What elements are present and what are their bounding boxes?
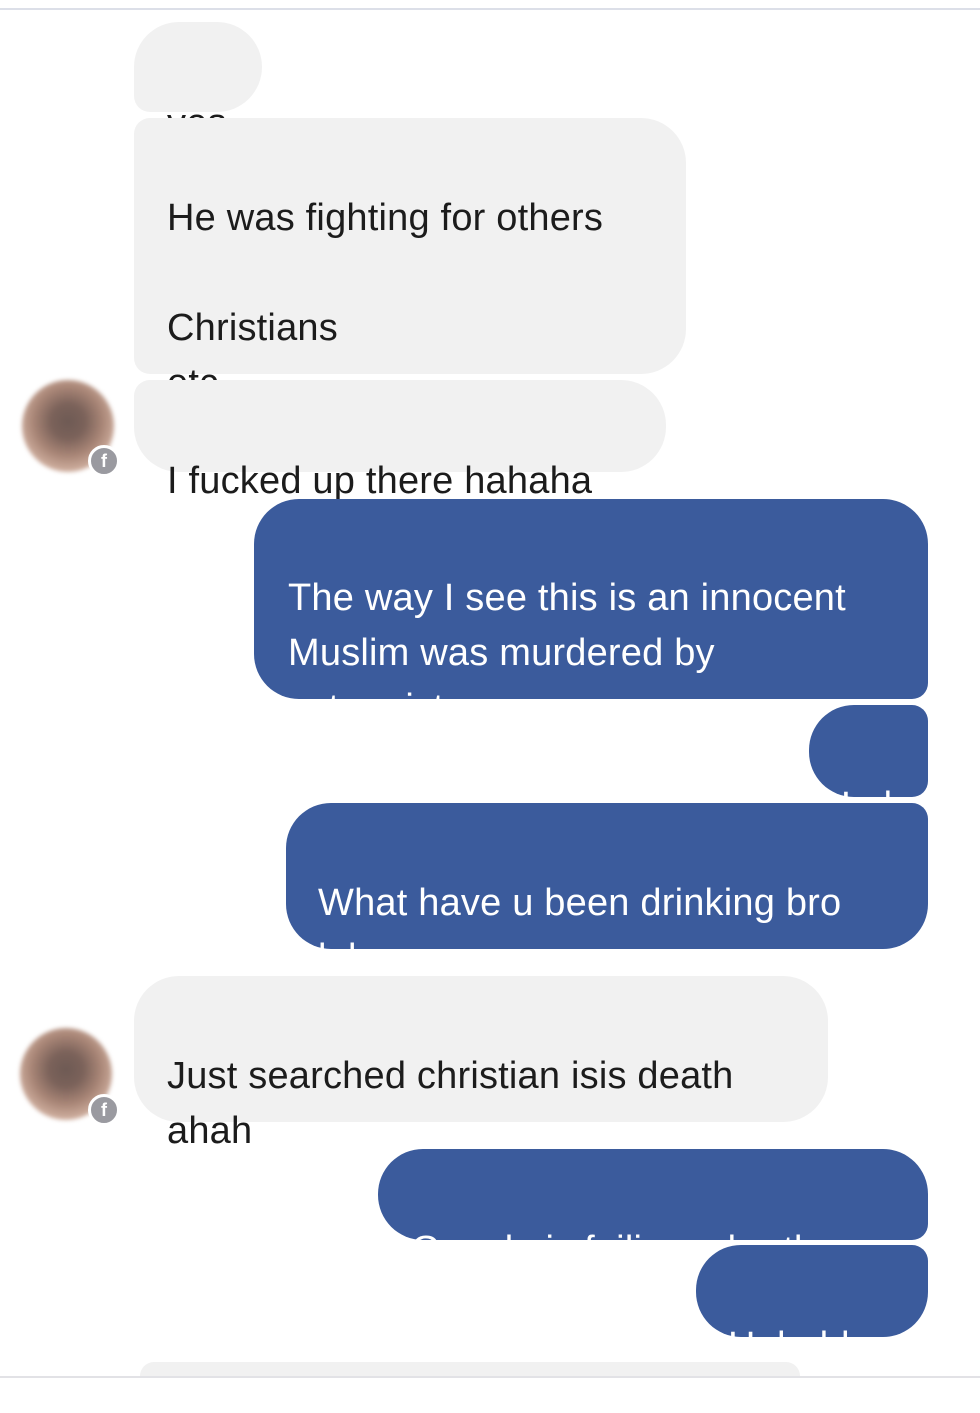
bottom-divider [0, 1376, 980, 1378]
message-sent-hahahha[interactable]: Hahahha [696, 1245, 928, 1367]
message-text: I fucked up there hahaha [167, 460, 593, 502]
message-sent-google[interactable]: Google is failing u brother [378, 1149, 928, 1271]
message-received-partial[interactable] [140, 1362, 800, 1376]
message-text: Just searched christian isis death ahah [167, 1055, 734, 1152]
message-text: Hahahha [728, 1325, 884, 1367]
message-sent-innocent-muslim[interactable]: The way I see this is an innocent Muslim… [254, 499, 928, 729]
messenger-badge-icon: f [88, 445, 120, 477]
message-received-fucked-up[interactable]: I fucked up there hahaha [134, 380, 666, 502]
message-received-yes[interactable]: yes [134, 22, 262, 144]
message-received-searched[interactable]: Just searched christian isis death ahah [134, 976, 828, 1152]
message-sent-lol[interactable]: Lol [809, 705, 928, 827]
message-text: The way I see this is an innocent Muslim… [288, 577, 846, 729]
message-received-fighting[interactable]: He was fighting for others Christians et… [134, 118, 686, 404]
message-text: What have u been drinking bro lol [318, 882, 842, 979]
top-divider [0, 8, 980, 10]
messenger-badge-icon: f [88, 1094, 120, 1126]
message-sent-drinking[interactable]: What have u been drinking bro lol [286, 803, 928, 979]
message-text: He was fighting for others Christians et… [167, 197, 604, 404]
